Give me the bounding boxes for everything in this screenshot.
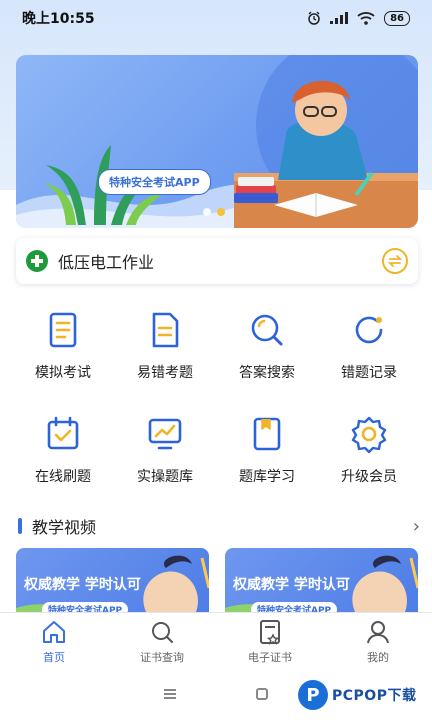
banner-dot-active[interactable] [217,208,225,216]
document-icon [152,312,179,348]
banner-tag: 特种安全考试APP [98,169,211,195]
book-icon [253,417,281,451]
feature-wrong-records[interactable]: 错题记录 [318,308,420,388]
promo-banner[interactable]: 特种安全考试APP [16,55,418,228]
feature-upgrade-member[interactable]: 升级会员 [318,412,420,492]
video-list: 权威教学 学时认可 特种安全考试APP 权威教学 学时认可 特种安全考试APP [16,548,418,612]
feature-label: 模拟考试 [35,365,91,381]
safety-logo-icon [26,250,48,272]
calendar-check-icon [47,416,79,450]
user-icon [367,621,389,644]
video-title: 权威教学 学时认可 [24,577,141,593]
home-button-icon[interactable] [256,688,268,700]
section-title: 教学视频 [32,518,97,537]
video-section-header[interactable]: 教学视频 › [18,514,420,538]
job-selector[interactable]: 低压电工作业 [16,238,418,284]
feature-bank-study[interactable]: 题库学习 [216,412,318,492]
tab-home[interactable]: 首页 [0,613,108,668]
status-icons: 86 [307,10,410,26]
tab-label: 我的 [367,651,389,664]
search-icon [152,622,173,643]
watermark: P PCPOP下载 [298,680,416,710]
feature-label: 实操题库 [137,469,193,485]
video-card[interactable]: 权威教学 学时认可 特种安全考试APP [225,548,418,612]
monitor-chart-icon [148,418,182,450]
feature-label: 在线刷题 [35,469,91,485]
feature-online-practice[interactable]: 在线刷题 [12,412,114,492]
search-icon [251,314,283,346]
feature-practical-bank[interactable]: 实操题库 [114,412,216,492]
gear-icon [351,416,387,454]
video-tag: 特种安全考试APP [42,602,129,612]
home-icon [43,621,65,643]
feature-label: 易错考题 [137,365,193,381]
wifi-icon [357,11,375,25]
signal-icon [330,12,349,24]
tab-e-certificate[interactable]: 电子证书 [216,613,324,668]
banner-dot[interactable] [203,208,211,216]
tab-label: 首页 [43,651,65,664]
banner-illustration [16,55,418,228]
video-title: 权威教学 学时认可 [233,577,350,593]
tab-certificate-query[interactable]: 证书查询 [108,613,216,668]
exam-paper-icon [49,312,77,348]
tab-label: 证书查询 [140,651,184,664]
refresh-icon [355,316,383,344]
feature-grid: 模拟考试 易错考题 答案搜索 错题记录 在线刷题 实操题库 题库学习 升级会员 [12,308,420,492]
feature-label: 错题记录 [341,365,397,381]
feature-mock-exam[interactable]: 模拟考试 [12,308,114,388]
feature-label: 题库学习 [239,469,295,485]
job-title: 低压电工作业 [58,253,155,272]
watermark-text: PCPOP下载 [332,688,417,704]
section-accent-bar [18,518,22,534]
chevron-right-icon[interactable]: › [413,516,420,537]
feature-label: 升级会员 [341,469,397,485]
status-bar: 晚上10:55 86 [0,0,432,36]
menu-icon[interactable] [164,689,176,699]
battery-indicator: 86 [384,10,410,26]
feature-label: 答案搜索 [239,365,295,381]
feature-error-prone[interactable]: 易错考题 [114,308,216,388]
certificate-icon [260,620,280,645]
alarm-icon [308,11,320,25]
bottom-tab-bar: 首页 证书查询 电子证书 我的 [0,612,432,668]
switch-icon [388,255,402,267]
feature-answer-search[interactable]: 答案搜索 [216,308,318,388]
tab-label: 电子证书 [248,651,292,664]
video-card[interactable]: 权威教学 学时认可 特种安全考试APP [16,548,209,612]
switch-job-button[interactable] [382,248,408,274]
tab-profile[interactable]: 我的 [324,613,432,668]
status-time: 晚上10:55 [22,11,95,27]
video-tag: 特种安全考试APP [251,602,338,612]
banner-pagination [203,208,225,216]
watermark-logo-icon: P [298,680,328,710]
